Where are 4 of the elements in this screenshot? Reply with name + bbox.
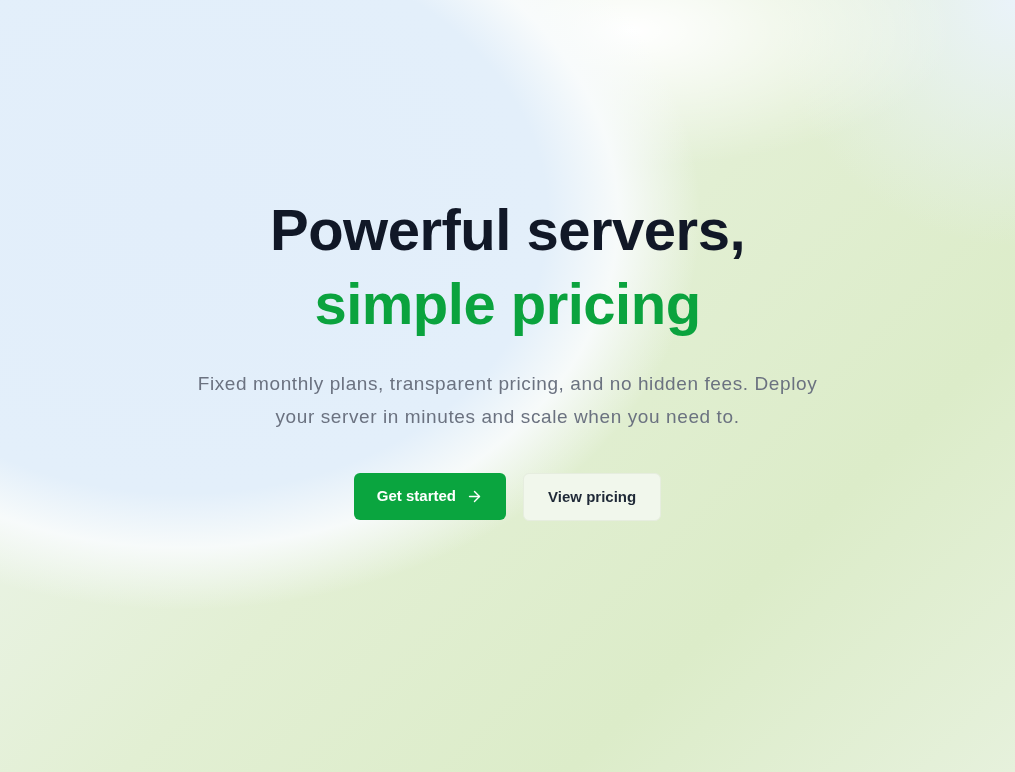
- headline-text: Powerful servers,: [269, 196, 746, 264]
- subtitle-text: Fixed monthly plans, transparent pricing, and no hidden fees. Deploy your server in minutes and scale when you need to.: [196, 372, 819, 429]
- highlighted-headline-text: simple pricing: [314, 270, 701, 338]
- view-pricing-button[interactable]: View pricing: [523, 473, 662, 521]
